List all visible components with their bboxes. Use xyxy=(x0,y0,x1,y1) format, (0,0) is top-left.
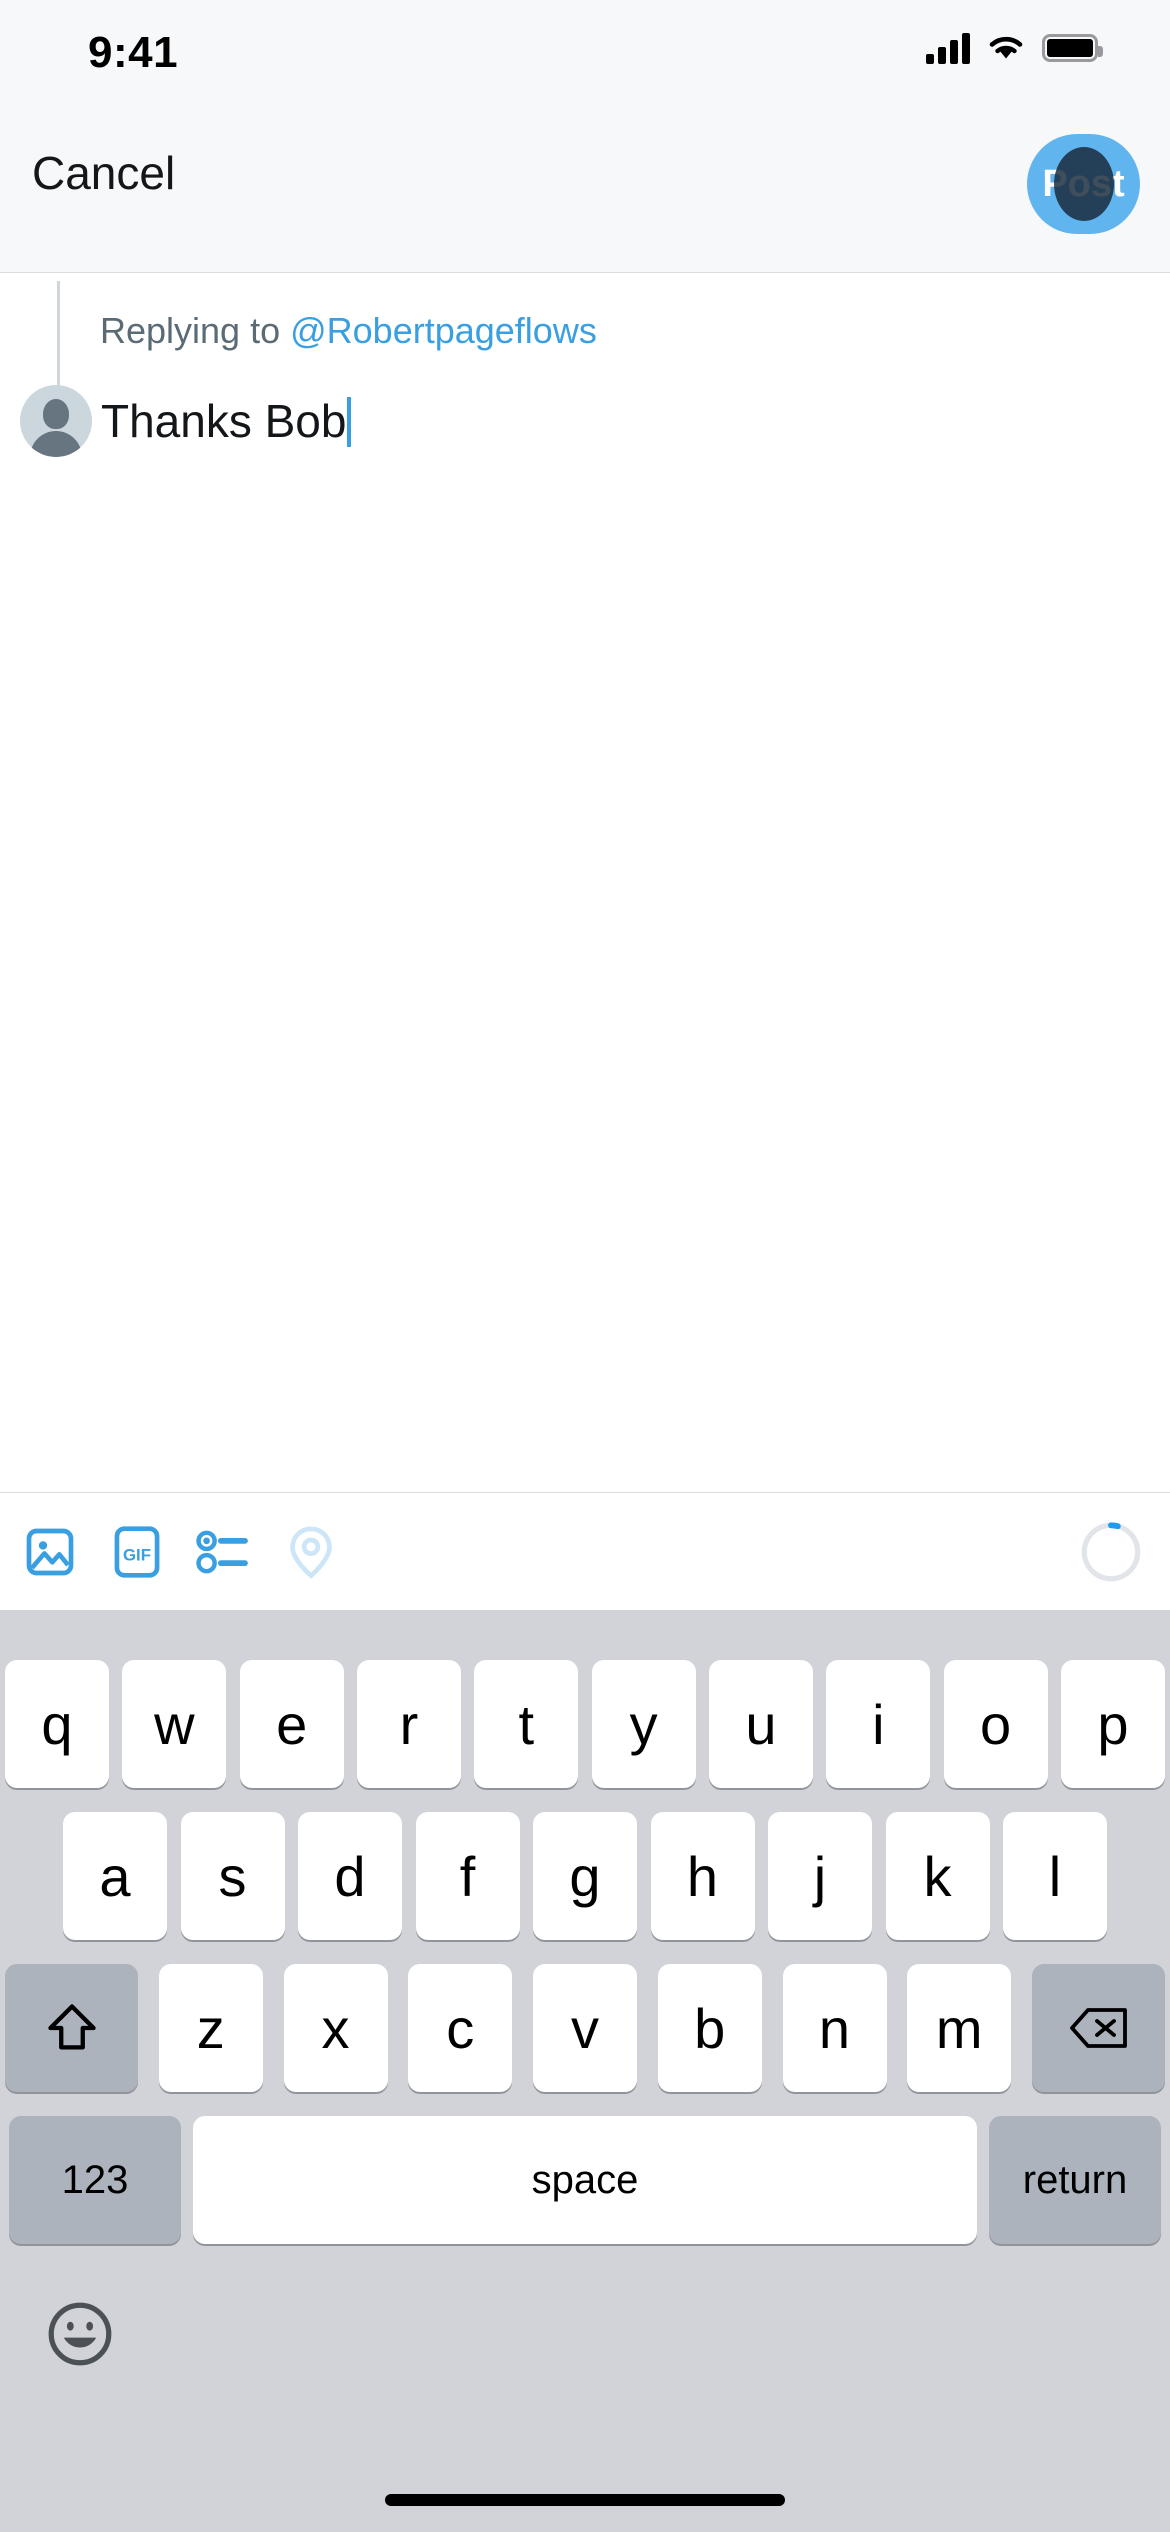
keyboard-row-3: z x c v b n m xyxy=(0,1964,1170,2092)
svg-text:GIF: GIF xyxy=(123,1545,151,1564)
key-n[interactable]: n xyxy=(782,1964,887,2092)
key-a[interactable]: a xyxy=(63,1812,167,1940)
replying-to-prefix: Replying to xyxy=(100,310,291,351)
key-w[interactable]: w xyxy=(122,1660,227,1788)
key-g[interactable]: g xyxy=(533,1812,637,1940)
avatar-head xyxy=(43,399,69,429)
compose-text-value: Thanks Bob xyxy=(101,395,347,447)
keyboard-row-1: q w e r t y u i o p xyxy=(0,1660,1170,1788)
emoji-smiley-icon[interactable] xyxy=(46,2300,114,2368)
home-indicator xyxy=(385,2494,785,2506)
key-z[interactable]: z xyxy=(158,1964,263,2092)
navigation-bar: Cancel Post xyxy=(0,98,1170,273)
cellular-bars-icon xyxy=(926,32,970,64)
post-button[interactable]: Post xyxy=(1027,134,1140,234)
key-f[interactable]: f xyxy=(415,1812,520,1940)
key-i[interactable]: i xyxy=(826,1660,931,1788)
compose-toolbar: GIF xyxy=(0,1492,1170,1610)
media-icon[interactable] xyxy=(15,1517,85,1587)
status-time: 9:41 xyxy=(88,28,179,77)
key-c[interactable]: c xyxy=(408,1964,513,2092)
key-l[interactable]: l xyxy=(1003,1812,1107,1940)
key-p[interactable]: p xyxy=(1060,1660,1165,1788)
poll-icon[interactable] xyxy=(189,1517,259,1587)
key-m[interactable]: m xyxy=(907,1964,1012,2092)
key-s[interactable]: s xyxy=(180,1812,285,1940)
key-d[interactable]: d xyxy=(298,1812,402,1940)
key-h[interactable]: h xyxy=(650,1812,755,1940)
key-k[interactable]: k xyxy=(885,1812,990,1940)
replying-to-label: Replying to @Robertpageflows xyxy=(100,313,597,349)
key-u[interactable]: u xyxy=(708,1660,813,1788)
key-t[interactable]: t xyxy=(474,1660,579,1788)
character-count-ring xyxy=(1081,1522,1141,1582)
gif-icon[interactable]: GIF xyxy=(102,1517,172,1587)
key-v[interactable]: v xyxy=(533,1964,637,2092)
status-indicators xyxy=(926,32,1103,64)
numbers-key[interactable]: 123 xyxy=(9,2116,181,2244)
replying-to-handle[interactable]: @Robertpageflows xyxy=(290,310,597,351)
key-o[interactable]: o xyxy=(943,1660,1048,1788)
cancel-button[interactable]: Cancel xyxy=(32,146,175,200)
tap-indicator xyxy=(1053,147,1114,221)
key-b[interactable]: b xyxy=(657,1964,762,2092)
key-y[interactable]: y xyxy=(591,1660,696,1788)
keyboard-row-2: a s d f g h j k l xyxy=(0,1812,1170,1940)
compose-text-input[interactable]: Thanks Bob xyxy=(101,385,352,457)
status-bar: 9:41 xyxy=(0,0,1170,98)
key-j[interactable]: j xyxy=(768,1812,872,1940)
onscreen-keyboard[interactable]: q w e r t y u i o p a s d f g h j k l z … xyxy=(0,1610,1170,2532)
key-x[interactable]: x xyxy=(283,1964,388,2092)
avatar-body xyxy=(30,431,82,457)
key-e[interactable]: e xyxy=(239,1660,344,1788)
default-avatar-icon xyxy=(20,385,92,457)
location-icon xyxy=(276,1517,346,1587)
key-r[interactable]: r xyxy=(356,1660,461,1788)
compose-area[interactable]: Replying to @Robertpageflows Thanks Bob xyxy=(0,273,1170,1492)
text-caret xyxy=(347,397,352,447)
return-key[interactable]: return xyxy=(989,2116,1161,2244)
key-q[interactable]: q xyxy=(5,1660,109,1788)
battery-full-icon xyxy=(1042,34,1103,62)
backspace-icon[interactable] xyxy=(1032,1964,1165,2092)
keyboard-row-4: 123 space return xyxy=(0,2116,1170,2244)
space-key[interactable]: space xyxy=(193,2116,977,2244)
wifi-icon xyxy=(989,36,1023,59)
shift-arrow-icon[interactable] xyxy=(5,1964,138,2092)
